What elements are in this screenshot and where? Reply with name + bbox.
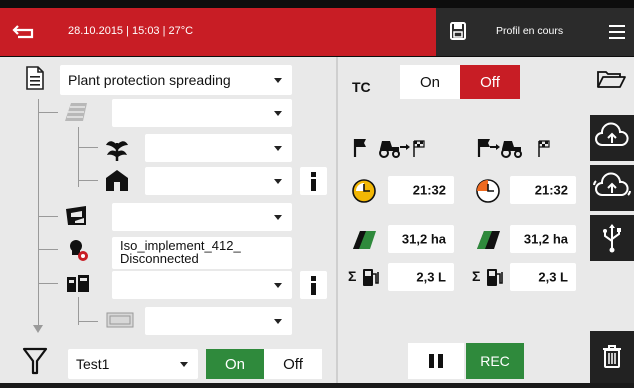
info-icon (311, 276, 316, 281)
hamburger-menu-icon (609, 25, 625, 39)
info-icon-stem (311, 179, 316, 191)
tree-line (38, 283, 58, 284)
usb-icon (603, 224, 621, 253)
clock-icon (474, 177, 502, 205)
job-type-dropdown[interactable]: Plant protection spreading (60, 65, 292, 95)
field-dropdown[interactable] (112, 99, 292, 127)
profile-label[interactable]: Profil en cours (496, 25, 563, 37)
usb-button[interactable] (590, 215, 634, 261)
document-icon (24, 65, 46, 91)
farm-icon (104, 167, 130, 193)
tree-line (78, 180, 98, 181)
back-button[interactable] (10, 20, 40, 44)
job-type-value: Plant protection spreading (68, 72, 231, 88)
tractor-road-icon (476, 135, 576, 159)
work-area-text: 31,2 ha (401, 231, 446, 247)
cloud-upload-icon (595, 122, 629, 146)
road-time-text: 21:32 (534, 182, 568, 198)
save-button[interactable] (446, 18, 470, 44)
chevron-down-icon (274, 111, 282, 116)
sigma-label: Σ (348, 268, 357, 284)
farm-dropdown[interactable] (145, 167, 292, 195)
tree-line (38, 112, 58, 113)
cloud-sync-button[interactable] (590, 165, 634, 211)
area-icon (474, 227, 504, 253)
field-icon (62, 99, 90, 125)
tc-label: TC (352, 79, 371, 95)
folder-icon (597, 71, 626, 88)
open-folder-button[interactable] (592, 63, 630, 95)
work-area-value: 31,2 ha (388, 225, 454, 253)
chevron-down-icon (274, 146, 282, 151)
chevron-down-icon (274, 179, 282, 184)
tree-line (78, 321, 98, 322)
fuel-icon: Σ (472, 264, 506, 290)
work-time-value: 21:32 (388, 176, 454, 204)
counters-panel: TC On Off 21:32 21:32 31,2 ha 31,2 ha Σ … (338, 57, 588, 383)
tree-line (78, 127, 79, 187)
worker-dropdown[interactable] (112, 203, 292, 231)
filter-off-button[interactable]: Off (264, 349, 322, 379)
work-fuel-value: 2,3 L (388, 263, 454, 291)
job-tree-panel: Plant protection spreading Iso_implement… (0, 57, 336, 383)
filter-on-button[interactable]: On (206, 349, 264, 379)
filter-dropdown[interactable]: Test1 (68, 349, 198, 379)
device-dropdown[interactable] (112, 271, 292, 299)
road-area-text: 31,2 ha (523, 231, 568, 247)
side-toolbar (588, 57, 634, 383)
back-arrow-icon (12, 25, 34, 39)
tc-off-button[interactable]: Off (460, 65, 520, 99)
crop-icon (104, 135, 130, 163)
tractor-in-field-icon (352, 135, 432, 159)
filter-icon[interactable] (22, 346, 48, 376)
road-fuel-value: 2,3 L (510, 263, 576, 291)
tree-arrow-down-icon (33, 325, 43, 333)
farm-info-button[interactable] (300, 167, 327, 195)
device-icon (64, 271, 92, 297)
save-icon (450, 22, 466, 40)
rec-button[interactable]: REC (466, 343, 524, 379)
worker-icon (64, 203, 90, 229)
device-info-button[interactable] (300, 271, 327, 299)
status-text: 28.10.2015 | 15:03 | 27°C (68, 25, 194, 37)
chevron-down-icon (180, 362, 188, 367)
pause-icon (429, 354, 443, 368)
status-bar: 28.10.2015 | 15:03 | 27°C (0, 8, 436, 56)
info-icon (311, 172, 316, 177)
implement-status: Disconnected (120, 251, 199, 266)
road-time-value: 21:32 (510, 176, 576, 204)
chevron-down-icon (274, 78, 282, 83)
tree-line (38, 249, 58, 250)
trash-icon (603, 345, 621, 368)
menu-button[interactable] (606, 20, 630, 44)
fuel-icon: Σ (348, 264, 382, 290)
work-time-text: 21:32 (412, 182, 446, 198)
tc-on-button[interactable]: On (400, 65, 460, 99)
filter-value: Test1 (76, 356, 110, 372)
pause-button[interactable] (408, 343, 464, 379)
implement-field[interactable]: Iso_implement_412_ Disconnected (112, 237, 292, 269)
chevron-down-icon (274, 215, 282, 220)
cloud-upload-button[interactable] (590, 115, 634, 161)
isobus-icon (106, 311, 134, 329)
implement-icon (66, 237, 92, 263)
road-fuel-text: 2,3 L (538, 269, 568, 285)
tree-line (38, 99, 39, 331)
area-icon (350, 227, 380, 253)
chevron-down-icon (274, 283, 282, 288)
chevron-down-icon (274, 319, 282, 324)
clock-icon (350, 177, 378, 205)
delete-button[interactable] (590, 331, 634, 383)
work-fuel-text: 2,3 L (416, 269, 446, 285)
sigma-label: Σ (472, 268, 481, 284)
tree-line (78, 147, 98, 148)
profile-bar: Profil en cours (436, 8, 634, 56)
info-icon-stem (311, 283, 316, 295)
road-area-value: 31,2 ha (510, 225, 576, 253)
tree-line (38, 216, 58, 217)
cloud-sync-icon (593, 172, 631, 196)
crop-dropdown[interactable] (145, 134, 292, 162)
isobus-dropdown[interactable] (145, 307, 292, 335)
